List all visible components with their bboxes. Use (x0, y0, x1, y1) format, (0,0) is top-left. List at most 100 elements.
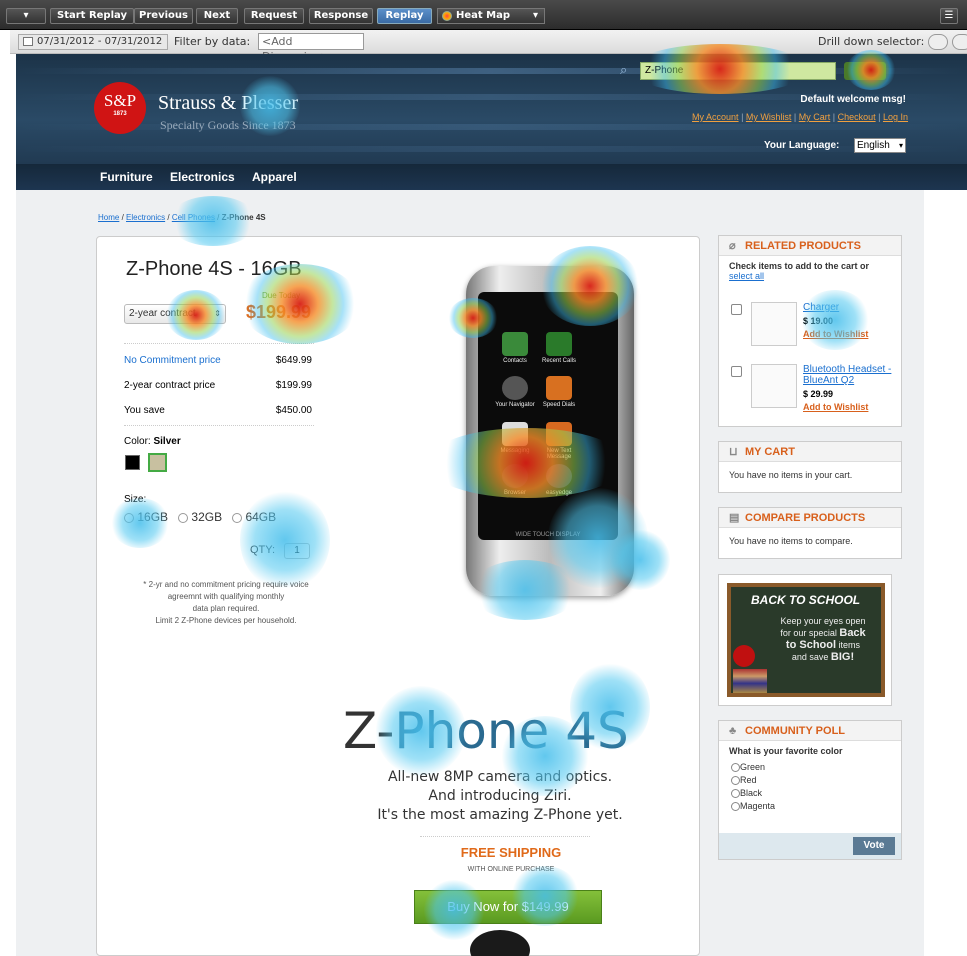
next-button[interactable]: Next (196, 8, 238, 24)
checkout-link[interactable]: Checkout (838, 112, 876, 122)
nav-apparel[interactable]: Apparel (252, 170, 297, 184)
plan-select[interactable]: 2-year contract ⇕ (124, 304, 226, 324)
back-to-school-banner[interactable]: BACK TO SCHOOL Keep your eyes open for o… (718, 574, 892, 706)
related-item-name[interactable]: Charger (803, 302, 839, 313)
color-swatch-silver[interactable] (148, 453, 167, 472)
date-range-picker[interactable]: 07/31/2012 - 07/31/2012 (18, 34, 168, 50)
drill-down-button-2[interactable] (952, 34, 967, 50)
app-label: Browser (503, 490, 526, 496)
free-shipping-label: FREE SHIPPING (460, 845, 562, 860)
nav-electronics[interactable]: Electronics (170, 170, 235, 184)
heatmap-select-label: Heat Map (456, 10, 511, 21)
color-value: Silver (153, 436, 181, 447)
easyedge-app-icon (546, 464, 572, 488)
related-item-1: Charger $ 19.00 Add to Wishlist (803, 302, 868, 339)
start-replay-button[interactable]: Start Replay (50, 8, 134, 24)
radio-32gb[interactable] (178, 512, 189, 523)
breadcrumb-cell-phones[interactable]: Cell Phones (172, 213, 215, 222)
promo-line: for our special (780, 628, 837, 638)
related-checkbox-1[interactable] (731, 304, 742, 315)
add-to-wishlist-link[interactable]: Add to Wishlist (803, 402, 899, 412)
poll-radio[interactable] (731, 776, 740, 786)
logo-badge[interactable]: S&P 1873 (94, 82, 146, 134)
cart-icon: ⊔ (729, 446, 738, 458)
language-value: English (857, 140, 890, 151)
add-to-wishlist-link[interactable]: Add to Wishlist (803, 329, 868, 339)
replay-button[interactable]: Replay (377, 8, 432, 24)
drill-down-button[interactable] (928, 34, 948, 50)
replay-toolbar: ▾ Start Replay Previous Next Request Res… (0, 0, 967, 30)
poll-option[interactable]: Magenta (731, 800, 889, 813)
menu-dropdown-button[interactable]: ▾ (6, 8, 46, 24)
search-icon: ⌕ (620, 62, 628, 77)
my-cart-box: ⊔ MY CART You have no items in your cart. (718, 441, 902, 493)
app-label: easyedge (545, 490, 573, 496)
poll-option-label: Black (740, 788, 763, 798)
radio-64gb[interactable] (232, 512, 243, 523)
my-cart-link[interactable]: My Cart (799, 112, 831, 122)
poll-option-label: Magenta (740, 801, 776, 811)
headset-image[interactable] (751, 364, 797, 408)
brand-name[interactable]: Strauss & Plesser (158, 92, 298, 115)
due-today-label: Due Today (262, 291, 301, 300)
hero-title: Z-Phone 4S (343, 702, 629, 760)
heatmap-select[interactable]: Heat Map ▾ (437, 8, 545, 24)
poll-radio[interactable] (731, 789, 740, 799)
response-button[interactable]: Response (309, 8, 373, 24)
filter-bar: 07/31/2012 - 07/31/2012 Filter by data: … (10, 30, 967, 63)
previous-button[interactable]: Previous (134, 8, 193, 24)
poll-option[interactable]: Black (731, 787, 889, 800)
account-links: My Account | My Wishlist | My Cart | Che… (692, 112, 908, 122)
related-item-2: Bluetooth Headset - BlueAnt Q2 $ 29.99 Add… (803, 364, 899, 412)
site-header: S&P 1873 Strauss & Plesser Specialty Goo… (16, 54, 967, 164)
note-line: * 2-yr and no commitment pricing require… (143, 580, 309, 589)
search-input[interactable]: Z-Phone (640, 62, 836, 80)
poll-question: What is your favorite color (729, 746, 843, 756)
search-button[interactable] (844, 62, 886, 80)
browser-app-icon (502, 464, 528, 488)
poll-radio[interactable] (731, 802, 740, 812)
related-item-name[interactable]: Bluetooth Headset - BlueAnt Q2 (803, 364, 891, 386)
request-button[interactable]: Request (244, 8, 304, 24)
qty-input[interactable]: 1 (284, 543, 310, 559)
poll-option[interactable]: Red (731, 774, 889, 787)
app-label: Speed Dials (542, 402, 576, 408)
breadcrumb-electronics[interactable]: Electronics (126, 213, 165, 222)
buy-now-button[interactable]: Buy Now for $149.99 (414, 890, 602, 924)
charger-image[interactable] (751, 302, 797, 346)
poll-option-label: Green (740, 762, 766, 772)
my-wishlist-link[interactable]: My Wishlist (746, 112, 792, 122)
tagline-line: And introducing Ziri. (428, 788, 572, 804)
select-all-link[interactable]: select all (729, 271, 764, 281)
poll-option[interactable]: Green (731, 761, 889, 774)
nav-furniture[interactable]: Furniture (100, 170, 153, 184)
promo-text: Keep your eyes open for our special Back… (765, 615, 881, 663)
promo-title: BACK TO SCHOOL (751, 593, 861, 607)
color-swatch-black[interactable] (125, 455, 140, 470)
app-label: Your Navigator (495, 402, 535, 408)
calendar-icon (23, 37, 33, 46)
my-account-link[interactable]: My Account (692, 112, 739, 122)
phone-app-icon (546, 332, 572, 356)
radio-16gb[interactable] (124, 512, 134, 523)
compare-products-box: ▤ COMPARE PRODUCTS You have no items to c… (718, 507, 902, 559)
poll-radio[interactable] (731, 763, 740, 773)
add-dimension-input[interactable]: <Add Dimension> (258, 33, 364, 63)
related-checkbox-2[interactable] (731, 366, 742, 377)
app-label: Recent Calls (541, 358, 576, 364)
chevron-updown-icon: ⇕ (214, 309, 221, 318)
vote-button[interactable]: Vote (853, 837, 895, 855)
compare-title: COMPARE PRODUCTS (745, 512, 866, 524)
log-in-link[interactable]: Log In (883, 112, 908, 122)
language-select[interactable]: English ▾ (854, 138, 906, 153)
app-label: New Text Message (546, 448, 572, 460)
price-label: No Commitment price (124, 355, 221, 366)
my-cart-text: You have no items in your cart. (729, 470, 853, 480)
promo-bold: to School (785, 639, 837, 651)
date-range-text: 07/31/2012 - 07/31/2012 (37, 36, 163, 47)
related-products-box: ⌀ RELATED PRODUCTS Check items to add to … (718, 235, 902, 427)
promo-line: and save (791, 652, 829, 662)
breadcrumb-home[interactable]: Home (98, 213, 119, 222)
poll-icon: ♣ (729, 725, 737, 737)
settings-button[interactable]: ☰ (940, 8, 958, 24)
